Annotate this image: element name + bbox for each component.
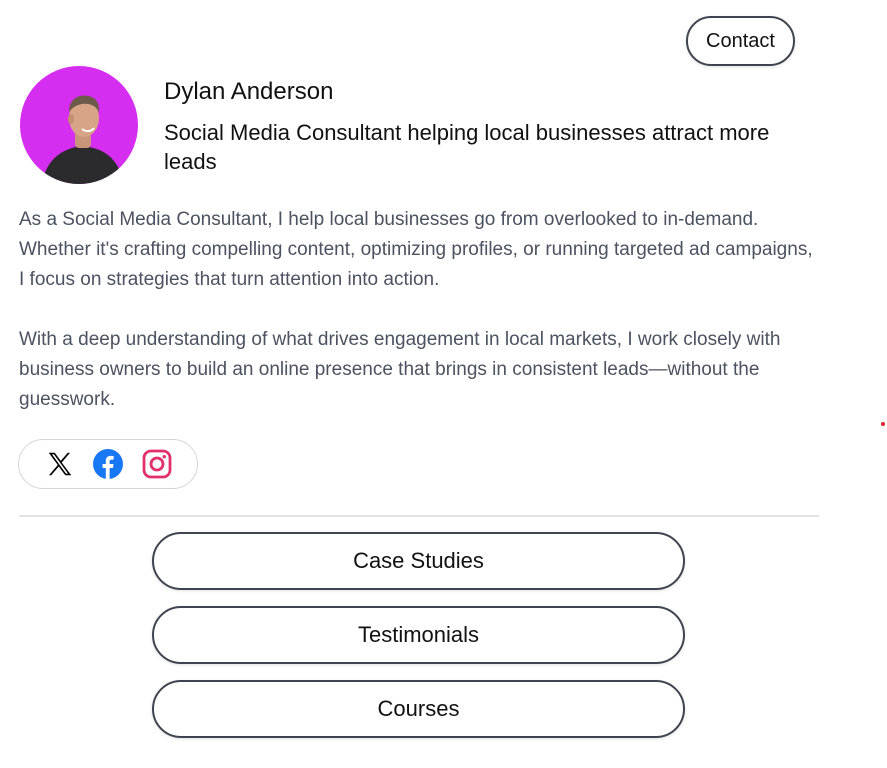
avatar-photo: [20, 66, 138, 184]
social-links: [18, 439, 198, 489]
courses-button[interactable]: Courses: [152, 680, 685, 738]
x-icon[interactable]: [44, 448, 76, 480]
bio-paragraph: As a Social Media Consultant, I help loc…: [19, 209, 813, 290]
contact-button[interactable]: Contact: [686, 16, 795, 66]
cursor-dot: [881, 422, 885, 426]
instagram-icon[interactable]: [141, 448, 173, 480]
profile-page: Contact Dylan Anderson Social Media Cons…: [0, 0, 887, 768]
case-studies-button[interactable]: Case Studies: [152, 532, 685, 590]
profile-name: Dylan Anderson: [164, 78, 334, 105]
divider: [19, 515, 819, 517]
testimonials-button[interactable]: Testimonials: [152, 606, 685, 664]
facebook-icon[interactable]: [92, 448, 124, 480]
profile-tagline: Social Media Consultant helping local bu…: [164, 120, 770, 174]
bio-paragraph: With a deep understanding of what drives…: [19, 329, 781, 410]
avatar: [20, 66, 138, 184]
